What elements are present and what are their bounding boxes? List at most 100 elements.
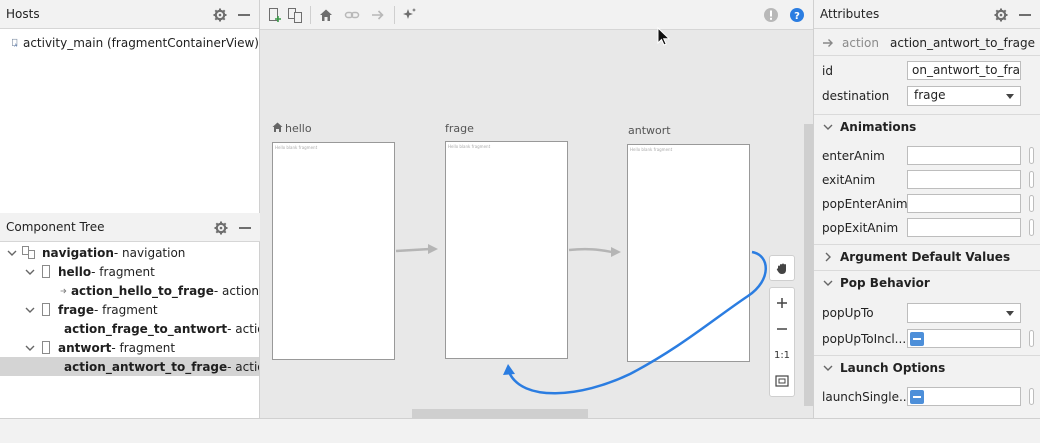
- chevron-down-icon[interactable]: [24, 342, 36, 354]
- destination-dropdown[interactable]: frage: [907, 86, 1021, 106]
- boolean-toggle-icon[interactable]: [910, 390, 924, 404]
- destination-screen-antwort[interactable]: Hello blank fragment: [627, 144, 750, 362]
- component-tree-title: Component Tree: [6, 220, 105, 234]
- popexitanim-field[interactable]: [907, 218, 1021, 237]
- resource-picker-button[interactable]: [1029, 147, 1034, 164]
- screen-preview-text: Hello blank fragment: [448, 144, 491, 149]
- minimize-icon[interactable]: [238, 221, 252, 235]
- exitanim-field[interactable]: [907, 170, 1021, 189]
- section-argument-default-values[interactable]: Argument Default Values: [814, 244, 1040, 268]
- link-icon[interactable]: [344, 7, 360, 23]
- popupto-dropdown[interactable]: [907, 303, 1021, 323]
- tree-root-navigation[interactable]: navigation - navigation: [0, 243, 259, 262]
- status-bar: [0, 418, 1040, 443]
- nested-graph-icon[interactable]: [287, 7, 303, 23]
- minimize-icon[interactable]: [1018, 8, 1032, 22]
- destination-label-antwort: antwort: [628, 124, 671, 137]
- section-pop-behavior[interactable]: Pop Behavior: [814, 270, 1040, 294]
- tree-node-name: hello: [58, 264, 92, 279]
- chevron-down-icon: [823, 365, 833, 371]
- resource-picker-button[interactable]: [1029, 330, 1034, 347]
- fragment-icon: [42, 303, 50, 316]
- vertical-scrollbar[interactable]: [804, 124, 813, 406]
- zoom-to-fit-button[interactable]: [770, 368, 794, 394]
- section-title: Argument Default Values: [840, 249, 1011, 264]
- tree-action-type: - actio: [227, 321, 259, 336]
- pan-button[interactable]: [769, 255, 795, 281]
- navigation-graph-icon: [22, 246, 35, 259]
- destination-dropdown-value: frage: [914, 88, 946, 102]
- destination-screen-frage[interactable]: Hello blank fragment: [445, 141, 568, 359]
- canvas-toolbar: ?: [260, 0, 813, 30]
- fragment-icon: [42, 341, 50, 354]
- tree-action-name: action_frage_to_antwort: [64, 321, 228, 336]
- section-launch-options[interactable]: Launch Options: [814, 355, 1040, 379]
- hosts-title: Hosts: [6, 7, 40, 21]
- gear-icon[interactable]: [994, 8, 1008, 22]
- attr-enteranim-row: enterAnim: [814, 144, 1040, 168]
- launchsingletop-field[interactable]: [907, 387, 1021, 406]
- tree-node-type: - fragment: [91, 264, 155, 279]
- enteranim-field[interactable]: [907, 146, 1021, 165]
- destination-label-hello: hello: [272, 122, 312, 135]
- arrow-right-icon[interactable]: [370, 7, 386, 23]
- help-icon[interactable]: ?: [789, 7, 805, 23]
- fit-screen-icon: [775, 375, 789, 387]
- zoom-actual-size-button[interactable]: 1:1: [770, 342, 794, 368]
- hosts-header: Hosts: [0, 0, 259, 29]
- section-animations[interactable]: Animations: [814, 114, 1040, 138]
- zoom-in-button[interactable]: [770, 290, 794, 316]
- component-tree-header: Component Tree: [0, 213, 260, 242]
- boolean-toggle-icon[interactable]: [910, 332, 924, 346]
- minimize-icon[interactable]: [237, 8, 251, 22]
- tree-action-frage-to-antwort[interactable]: action_frage_to_antwort - actio: [0, 319, 259, 338]
- svg-text:A: A: [14, 42, 17, 47]
- auto-arrange-icon[interactable]: [402, 7, 418, 23]
- host-item[interactable]: A activity_main (fragmentContainerView): [0, 33, 259, 52]
- attr-label: exitAnim: [822, 173, 876, 187]
- popenteranim-field[interactable]: [907, 194, 1021, 213]
- destination-name: hello: [285, 122, 312, 135]
- section-title: Animations: [840, 119, 917, 134]
- chevron-down-icon[interactable]: [6, 247, 18, 259]
- resource-picker-button[interactable]: [1029, 171, 1034, 188]
- chevron-down-icon[interactable]: [24, 304, 36, 316]
- svg-text:?: ?: [794, 11, 800, 22]
- tree-action-antwort-to-frage[interactable]: action_antwort_to_frage - actio: [0, 357, 259, 376]
- attr-label: popExitAnim: [822, 221, 899, 235]
- tree-node-type: - fragment: [93, 302, 158, 317]
- destination-screen-hello[interactable]: Hello blank fragment: [272, 142, 395, 360]
- tree-node-name: navigation: [42, 245, 114, 260]
- home-icon[interactable]: [318, 7, 334, 23]
- attributes-component-header: action action_antwort_to_frage: [814, 30, 1040, 56]
- attr-popenteranim-row: popEnterAnim: [814, 192, 1040, 216]
- plus-icon: [777, 298, 787, 308]
- tree-node-hello[interactable]: hello - fragment: [0, 262, 259, 281]
- new-destination-icon[interactable]: [267, 7, 283, 23]
- tree-node-frage[interactable]: frage - fragment: [0, 300, 259, 319]
- tree-node-type: - fragment: [111, 340, 176, 355]
- resource-picker-button[interactable]: [1029, 388, 1034, 405]
- resource-picker-button[interactable]: [1029, 195, 1034, 212]
- attr-label: popUpToIncl...: [822, 332, 907, 346]
- horizontal-scrollbar[interactable]: [412, 409, 588, 418]
- navigation-canvas[interactable]: ? hello Hello blank fragment frage Hello…: [260, 0, 813, 418]
- hosts-list: A activity_main (fragmentContainerView): [0, 29, 259, 214]
- warning-icon[interactable]: [763, 7, 779, 23]
- attr-label: enterAnim: [822, 149, 885, 163]
- gear-icon[interactable]: [213, 8, 227, 22]
- id-field[interactable]: on_antwort_to_frage: [907, 61, 1021, 80]
- popuptoinclusive-field[interactable]: [907, 329, 1021, 348]
- zoom-out-button[interactable]: [770, 316, 794, 342]
- tree-action-name: action_antwort_to_frage: [64, 359, 228, 374]
- resource-picker-button[interactable]: [1029, 219, 1034, 236]
- tree-node-antwort[interactable]: antwort - fragment: [0, 338, 259, 357]
- chevron-down-icon[interactable]: [24, 266, 36, 278]
- tree-action-hello-to-frage[interactable]: action_hello_to_frage - action: [0, 281, 259, 300]
- gear-icon[interactable]: [214, 221, 228, 235]
- tree-node-name: antwort: [58, 340, 112, 355]
- component-name: action_antwort_to_frage: [890, 35, 1035, 50]
- toolbar-separator: [310, 6, 311, 24]
- attr-popexitanim-row: popExitAnim: [814, 216, 1040, 240]
- attr-popupto-row: popUpTo: [814, 301, 1040, 325]
